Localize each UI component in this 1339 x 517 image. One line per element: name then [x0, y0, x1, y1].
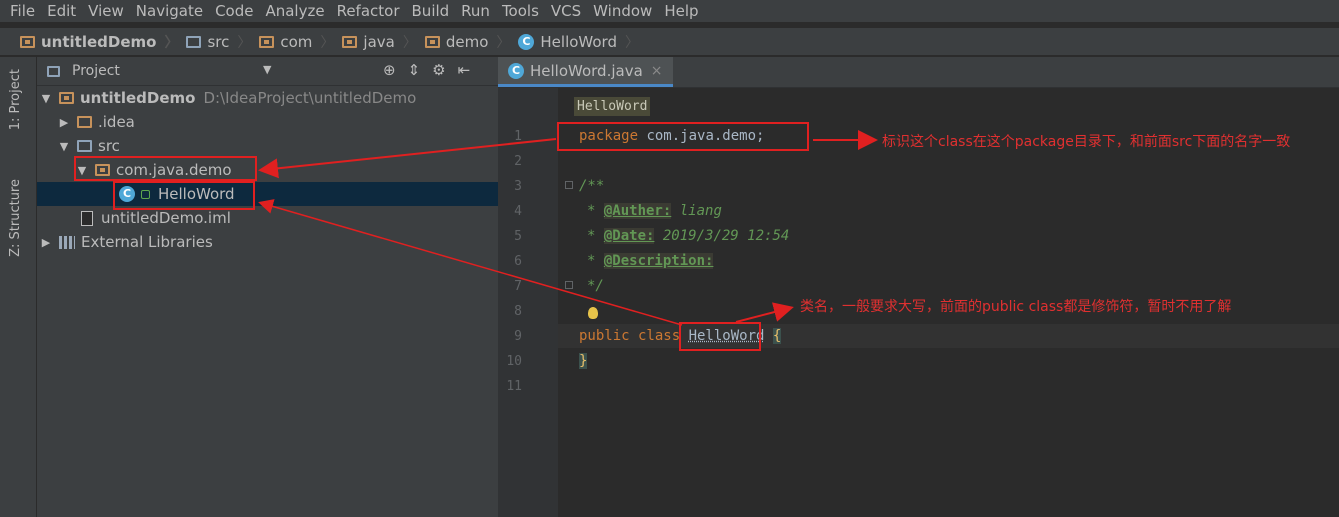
package-annotation: 标识这个class在这个package目录下，和前面src下面的名字一致 [882, 134, 1291, 150]
arrow-to-package-tree [258, 138, 557, 179]
class-annotation: 类名，一般要求大写，前面的public class都是修饰符，暂时不用了解 [800, 299, 1232, 315]
annotation-arrows [258, 130, 878, 326]
arrow-to-class-note [735, 302, 794, 323]
arrow-to-class-tree [258, 199, 683, 326]
